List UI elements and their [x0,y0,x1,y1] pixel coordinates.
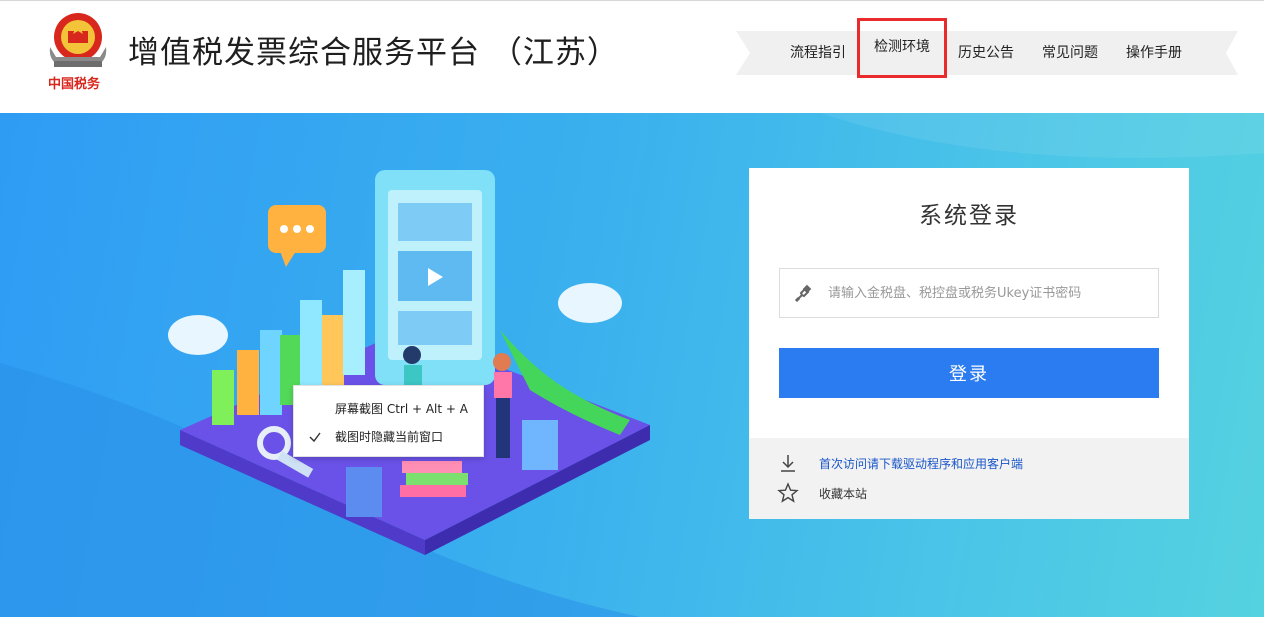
nav-manual[interactable]: 操作手册 [1112,31,1196,75]
download-driver-row[interactable]: 首次访问请下载驱动程序和应用客户端 [777,452,1023,474]
menu-item-hide-window-label: 截图时隐藏当前窗口 [335,430,444,444]
login-panel: 系统登录 登录 首次访问请下载驱动程序和应用客户端 收藏本站 [749,168,1189,519]
password-field[interactable] [779,268,1159,318]
top-nav: 流程指引 检测环境 历史公告 常见问题 操作手册 [776,18,1196,78]
login-title: 系统登录 [919,203,1019,229]
download-icon [781,455,795,472]
screenshot-context-menu: 屏幕截图 Ctrl + Alt + A 截图时隐藏当前窗口 [293,385,484,457]
favorite-row[interactable]: 收藏本站 [777,482,867,504]
emblem-text: 中国税务 [48,77,101,92]
star-icon [777,482,799,503]
nav-check-environment[interactable]: 检测环境 [857,18,947,78]
download-driver-link[interactable]: 首次访问请下载驱动程序和应用客户端 [819,455,1023,472]
password-input[interactable] [828,269,1153,317]
header: 中国税务 增值税发票综合服务平台 （江苏） 流程指引 检测环境 历史公告 常见问… [0,0,1264,113]
menu-item-hide-window[interactable]: 截图时隐藏当前窗口 [294,424,483,450]
hero-illustration [168,170,650,555]
check-icon [309,432,321,443]
nav-flow-guide[interactable]: 流程指引 [776,31,860,75]
login-footer: 首次访问请下载驱动程序和应用客户端 收藏本站 [749,438,1189,519]
menu-item-screenshot[interactable]: 屏幕截图 Ctrl + Alt + A [294,396,483,422]
key-icon [794,284,812,303]
favorite-link[interactable]: 收藏本站 [819,485,867,502]
site-title: 增值税发票综合服务平台 （江苏） [128,35,619,71]
menu-item-screenshot-label: 屏幕截图 Ctrl + Alt + A [335,402,468,416]
nav-faq[interactable]: 常见问题 [1028,31,1112,75]
login-button[interactable]: 登录 [779,348,1159,398]
nav-history-notice[interactable]: 历史公告 [944,31,1028,75]
